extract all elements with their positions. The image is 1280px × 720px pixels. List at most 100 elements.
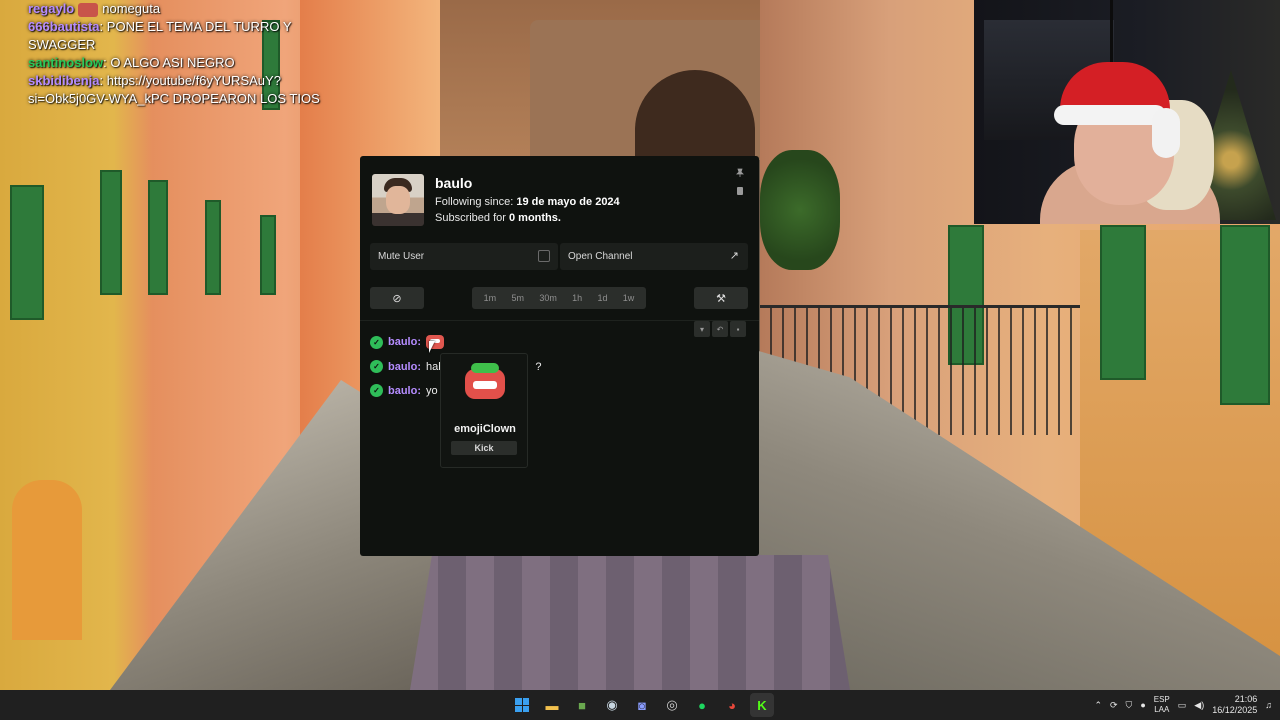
user-card-username[interactable]: baulo — [435, 175, 472, 191]
volume-icon[interactable]: ◀) — [1194, 700, 1204, 711]
emote-name: emojiClown — [454, 423, 516, 435]
timeout-1h-button[interactable]: 1h — [572, 293, 582, 303]
webcam-headphones — [1152, 108, 1180, 158]
external-link-icon: ↗ — [729, 250, 739, 262]
following-label: Following since: — [435, 196, 514, 208]
background-door — [12, 480, 82, 640]
chat-line: santinoslow: O ALGO ASI NEGRO — [28, 55, 235, 70]
copy-icon — [737, 187, 743, 195]
trash-icon: ▪ — [736, 324, 740, 334]
keyboard-layout: LAA — [1154, 705, 1170, 714]
minecraft-icon[interactable]: ■ — [570, 693, 594, 717]
chat-line: regaylo nomeguta — [28, 0, 328, 18]
background-shutter — [148, 180, 168, 295]
language-indicator[interactable]: ESP LAA — [1154, 695, 1170, 715]
background-shutter — [1100, 225, 1146, 380]
message-text: yo — [426, 384, 438, 397]
pin-message-button[interactable]: ▾ — [694, 321, 710, 337]
pin-icon: ▾ — [699, 324, 704, 334]
following-date: 19 de mayo de 2024 — [516, 196, 620, 208]
mute-user-checkbox[interactable] — [538, 250, 550, 262]
reply-button[interactable]: ↶ — [712, 321, 728, 337]
open-channel-label: Open Channel — [568, 251, 633, 262]
spotify-icon[interactable]: ● — [690, 693, 714, 717]
verified-badge-icon: ✓ — [370, 384, 383, 397]
sync-icon[interactable]: ⟳ — [1110, 700, 1118, 711]
language-code: ESP — [1153, 695, 1170, 704]
obs-icon[interactable]: ◎ — [660, 693, 684, 717]
chat-username: skbidibenja — [28, 73, 100, 88]
webcam-feed — [974, 0, 1280, 224]
timeout-1w-button[interactable]: 1w — [623, 293, 635, 303]
background-shutter — [205, 200, 221, 295]
windows-icon[interactable] — [510, 693, 534, 717]
file-explorer-icon[interactable]: ▬ — [540, 693, 564, 717]
user-card-popup: baulo Following since: 19 de mayo de 202… — [360, 156, 759, 556]
mod-action-button[interactable]: ⚒ — [694, 287, 748, 309]
clown-emote-icon — [465, 363, 505, 399]
pin-card-button[interactable] — [733, 166, 747, 180]
chat-line: skbidibenja: https://youtube/f6yYURSAuY?… — [28, 73, 320, 106]
background-plant — [760, 150, 840, 270]
message-username[interactable]: baulo: — [388, 336, 421, 348]
message-text-trailing: ? — [535, 360, 542, 373]
emote-tooltip: emojiClown Kick — [440, 353, 528, 468]
verified-badge-icon: ✓ — [370, 335, 383, 349]
chat-line: 666bautista: PONE EL TEMA DEL TURRO Y SW… — [28, 19, 292, 52]
subscribed-for: Subscribed for 0 months. — [435, 212, 561, 224]
kick-icon[interactable]: K — [750, 693, 774, 717]
open-channel-button[interactable]: Open Channel ↗ — [560, 243, 748, 270]
user-avatar[interactable] — [372, 174, 424, 226]
clock[interactable]: 21:06 16/12/2025 — [1212, 694, 1257, 716]
timeout-1d-button[interactable]: 1d — [597, 293, 607, 303]
ban-icon: ⊘ — [392, 292, 402, 305]
chat-message: nomeguta — [102, 1, 161, 16]
chat-username: regaylo — [28, 1, 75, 16]
reply-icon: ↶ — [716, 324, 724, 334]
message-username[interactable]: baulo: — [388, 361, 421, 373]
message-username[interactable]: baulo: — [388, 385, 421, 397]
user-message: ✓ baulo: yo — [370, 384, 438, 397]
copy-username-button[interactable] — [733, 184, 747, 198]
timeout-1m-button[interactable]: 1m — [484, 293, 497, 303]
subscribed-label: Subscribed for — [435, 212, 506, 224]
clock-time: 21:06 — [1234, 694, 1258, 704]
clock-date: 16/12/2025 — [1212, 705, 1258, 715]
background-shutter — [1220, 225, 1270, 405]
taskbar-apps: ▬ ■ ◉ ◙ ◎ ● ◕ K — [510, 693, 774, 717]
chat-username: santinoslow — [28, 55, 104, 70]
steam-icon[interactable]: ◉ — [600, 693, 624, 717]
subscribed-value: 0 months. — [509, 212, 561, 224]
mute-user-label: Mute User — [378, 251, 425, 262]
taskbar: ▬ ■ ◉ ◙ ◎ ● ◕ K ⌃ ⟳ ⛉ ● ESP LAA ▭ ◀) 21:… — [0, 690, 1280, 720]
background-cobblestone — [410, 555, 850, 690]
chat-message: O ALGO ASI NEGRO — [110, 55, 235, 70]
background-shutter — [100, 170, 122, 295]
avatar-face — [386, 186, 410, 214]
chat-username: 666bautista — [28, 19, 100, 34]
shield-icon[interactable]: ⛉ — [1126, 700, 1133, 711]
ban-button[interactable]: ⊘ — [370, 287, 424, 309]
chevron-up-icon[interactable]: ⌃ — [1094, 700, 1102, 711]
discord-icon[interactable]: ◙ — [630, 693, 654, 717]
emote-kick-button[interactable]: Kick — [451, 441, 517, 455]
timeout-5m-button[interactable]: 5m — [511, 293, 524, 303]
mute-user-toggle[interactable]: Mute User — [370, 243, 558, 270]
background-shutter — [10, 185, 44, 320]
chrome-icon[interactable]: ◕ — [720, 693, 744, 717]
notification-bell-icon[interactable]: ♫ — [1265, 700, 1272, 710]
verified-badge-icon: ✓ — [370, 360, 383, 373]
timeout-30m-button[interactable]: 30m — [539, 293, 557, 303]
chat-avatar-icon — [78, 2, 99, 17]
background-shutter — [260, 215, 276, 295]
message-actions: ▾ ↶ ▪ — [694, 321, 746, 337]
background-arch — [530, 20, 780, 160]
delete-message-button[interactable]: ▪ — [730, 321, 746, 337]
mouse-cursor-icon — [429, 341, 435, 353]
network-icon[interactable]: ▭ — [1178, 700, 1187, 711]
microphone-icon[interactable]: ● — [1140, 700, 1145, 710]
hammer-icon: ⚒ — [716, 292, 726, 305]
timeout-options: 1m 5m 30m 1h 1d 1w — [472, 287, 646, 309]
webcam-cable — [1110, 0, 1113, 70]
stream-chat-overlay: regaylo nomeguta 666bautista: PONE EL TEM… — [28, 0, 328, 108]
